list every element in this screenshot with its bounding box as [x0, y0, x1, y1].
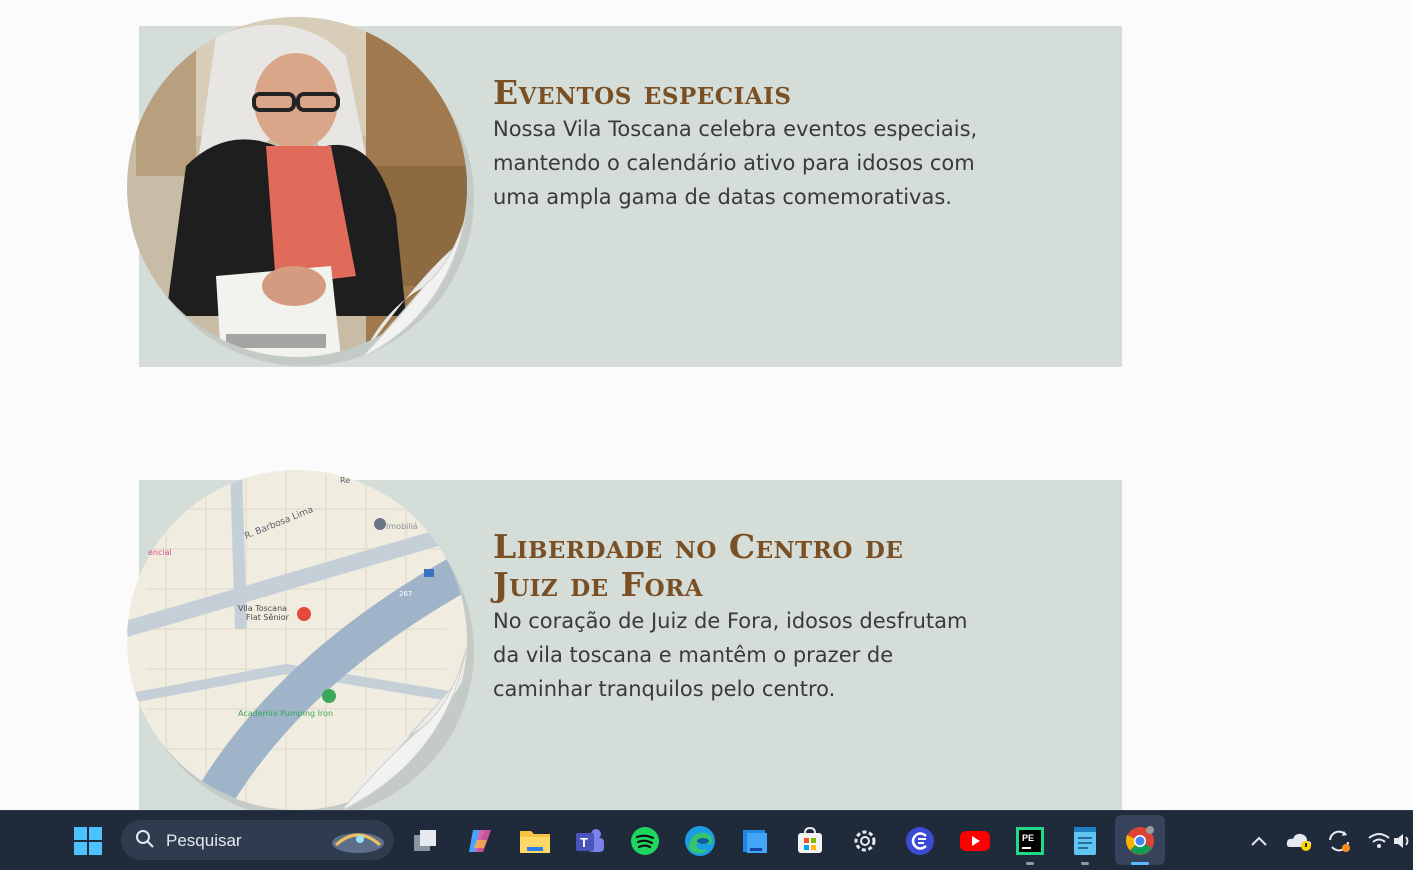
youtube-icon[interactable] [957, 823, 993, 859]
svg-text:PE: PE [1022, 833, 1034, 843]
task-view-icon[interactable] [407, 823, 443, 859]
search-highlight-icon [332, 833, 384, 853]
search-icon [136, 830, 154, 848]
taskbar-search[interactable]: Pesquisar [121, 820, 394, 860]
location-description: No coração de Juiz de Fora, idosos desfr… [493, 609, 968, 701]
events-title: Eventos especiais [493, 73, 792, 112]
start-icon[interactable] [70, 823, 106, 859]
map-top-edge-label: Re [340, 476, 350, 485]
pycharm-icon[interactable]: PE [1012, 823, 1048, 865]
map-sticker[interactable]: R. Barbosa Lima Vila Toscana Flat Sênior… [126, 469, 474, 819]
events-description: Nossa Vila Toscana celebra eventos espec… [493, 117, 978, 209]
location-text: Liberdade no Centro de Juiz de Fora No c… [493, 528, 1013, 706]
search-placeholder: Pesquisar [166, 831, 242, 850]
spotify-icon[interactable] [627, 823, 663, 859]
chevron-up-icon[interactable] [1241, 823, 1277, 859]
map-road-number: 267 [399, 590, 412, 598]
volume-icon[interactable] [1391, 823, 1413, 859]
chrome-icon[interactable] [1122, 823, 1158, 865]
notepad-icon[interactable] [1067, 823, 1103, 865]
edge-icon[interactable] [682, 823, 718, 859]
woman-writing-photo [127, 17, 474, 366]
map-left-edge-label: encial [148, 548, 172, 557]
active-indicator [1131, 862, 1149, 865]
map-image: R. Barbosa Lima Vila Toscana Flat Sênior… [127, 470, 474, 819]
settings-icon[interactable] [847, 823, 883, 859]
running-indicator [1026, 862, 1034, 865]
sync-icon[interactable] [1321, 823, 1357, 859]
file-explorer-icon[interactable] [517, 823, 553, 859]
teams-icon[interactable]: T [572, 823, 608, 859]
map-place-label: Vila Toscana [238, 604, 287, 613]
ai-search-icon[interactable] [902, 823, 938, 859]
map-place-sub-label: Flat Sênior [246, 612, 290, 622]
events-text: Eventos especiais Nossa Vila Toscana cel… [493, 74, 1013, 214]
events-photo-sticker [126, 16, 474, 366]
map-gym-label: Academia Pumping Iron [238, 709, 333, 718]
svg-text:T: T [580, 835, 588, 850]
notepad-blue-icon[interactable] [737, 823, 773, 859]
store-icon[interactable] [792, 823, 828, 859]
onedrive-warning-icon[interactable] [1281, 823, 1317, 859]
map-top-right-label: Imobiliá [386, 522, 418, 531]
taskbar: Pesquisar T PE [0, 810, 1413, 870]
running-indicator [1081, 862, 1089, 865]
copilot-icon[interactable] [462, 823, 498, 859]
location-title: Liberdade no Centro de Juiz de Fora [493, 527, 904, 604]
